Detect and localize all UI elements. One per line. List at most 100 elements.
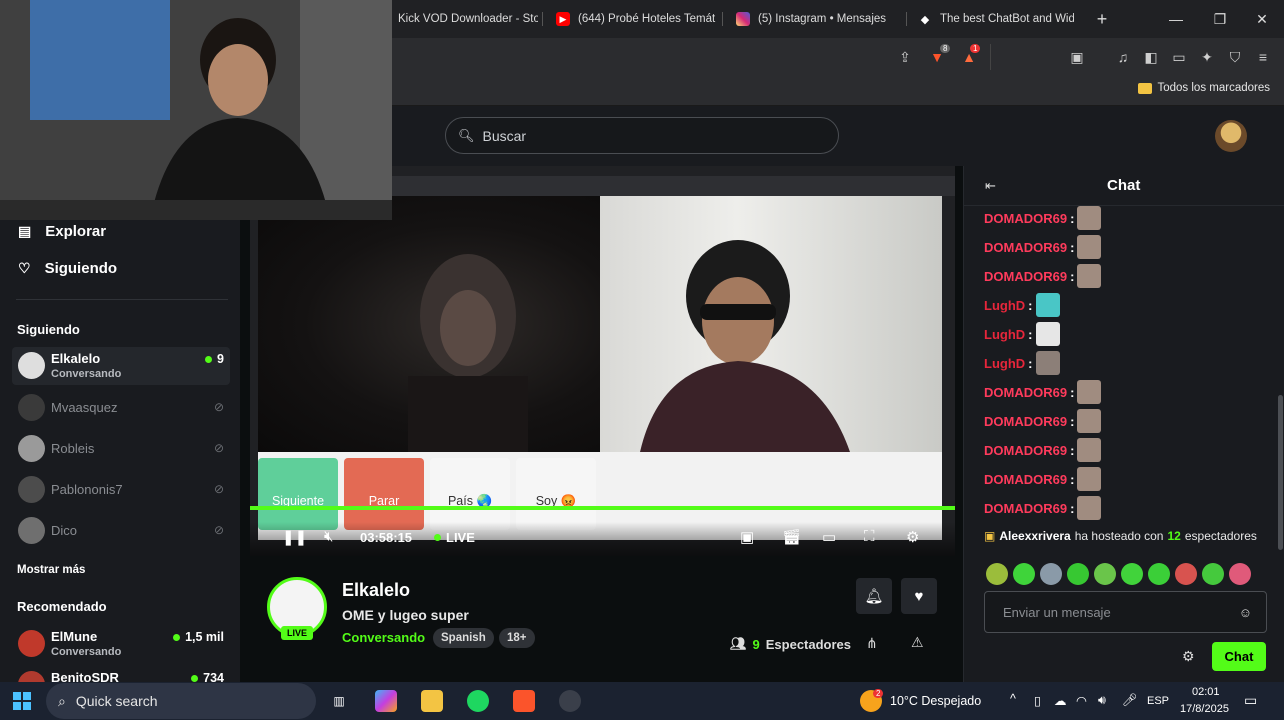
taskbar-search[interactable]: ⌕ Quick search [46,683,316,719]
gender-button[interactable]: Soy 😡 [516,458,596,530]
emote-icon[interactable] [1202,563,1224,585]
show-more-link[interactable]: Mostrar más [17,564,85,576]
stop-button[interactable]: Parar [344,458,424,530]
chat-username[interactable]: DOMADOR69 [984,240,1067,255]
chat-username[interactable]: DOMADOR69 [984,385,1067,400]
leo-ai-icon[interactable]: ✦ [1196,46,1218,68]
language-indicator[interactable]: ESP [1147,695,1169,707]
gear-icon[interactable]: ⚙ [1182,648,1195,665]
music-icon[interactable]: ♫ [1112,46,1134,68]
tab-kick-vod[interactable]: Kick VOD Downloader - Sto [398,4,538,34]
tray-overflow-icon[interactable]: ^ [1010,692,1016,706]
emote-icon[interactable] [1175,563,1197,585]
wallet-icon[interactable]: ▭ [1168,46,1190,68]
country-button[interactable]: País 🌏 [430,458,510,530]
minimize-button[interactable]: — [1154,0,1198,38]
share-icon[interactable]: ⇪ [894,46,916,68]
sidebar-channel-benitosdr[interactable]: BenitoSDR 734 [12,666,230,682]
emote-icon[interactable] [1148,563,1170,585]
sidebar-toggle-icon[interactable]: ◧ [1140,46,1162,68]
sidebar-channel-elmune[interactable]: ElMune Conversando 1,5 mil [12,625,230,663]
chat-scrollbar[interactable] [1278,395,1283,550]
search-input[interactable]: Buscar [483,128,527,144]
user-avatar[interactable] [1215,120,1247,152]
network-icon[interactable]: ☁ [1054,693,1067,708]
gear-icon[interactable]: ⚙ [906,528,919,546]
chat-username[interactable]: DOMADOR69 [984,269,1067,284]
report-icon[interactable]: ⚠ [911,634,924,651]
chat-username[interactable]: LughD [984,356,1025,371]
obs-icon[interactable] [559,690,581,712]
send-chat-button[interactable]: Chat [1212,642,1266,671]
chat-username[interactable]: LughD [984,327,1025,342]
video-player[interactable]: Siguiente Parar País 🌏 Soy 😡 ❚❚ 🔇︎ 03:58… [250,166,955,556]
sidebar-channel-robleis[interactable]: Robleis ⊘ [12,430,230,468]
pip-icon[interactable]: ▣ [740,528,754,546]
theater-mode-icon[interactable]: ▭ [822,528,836,546]
emote-icon[interactable] [1067,563,1089,585]
pause-icon[interactable]: ❚❚ [282,528,307,546]
tag-language[interactable]: Spanish [433,628,494,648]
sidebar-channel-elkalelo[interactable]: Elkalelo Conversando 9 [12,347,230,385]
maximize-button[interactable]: ❐ [1198,0,1242,38]
mute-icon[interactable]: 🔇︎ [324,528,333,545]
tab-youtube[interactable]: ▶ (644) Probé Hoteles Temát [556,4,716,34]
copilot-icon[interactable] [375,690,397,712]
chat-username[interactable]: DOMADOR69 [984,414,1067,429]
chat-username[interactable]: DOMADOR69 [984,472,1067,487]
tab-instagram[interactable]: (5) Instagram • Mensajes [736,4,900,34]
vpn-icon[interactable]: ⛉ [1224,46,1246,68]
tray-app-icon[interactable]: ▯ [1034,693,1041,708]
clip-icon[interactable]: 🎬︎ [782,528,801,546]
weather-text[interactable]: 10°C Despejado [890,694,981,708]
nav-explorar[interactable]: ▤ Explorar [18,223,106,240]
share-icon[interactable]: ⋔ [866,635,878,652]
clock-date[interactable]: 17/8/2025 [1180,703,1229,715]
microphone-icon[interactable]: 🎤︎ [1122,693,1138,708]
sidebar-channel-pablononis7[interactable]: Pablononis7 ⊘ [12,471,230,509]
bookmark-folder-all[interactable]: Todos los marcadores [1137,82,1270,94]
stream-category[interactable]: Conversando [342,630,425,645]
brave-browser-icon[interactable] [513,690,535,712]
emote-icon[interactable] [1094,563,1116,585]
search-bar[interactable]: 🔍︎ Buscar [445,117,839,154]
chat-username[interactable]: DOMADOR69 [984,211,1067,226]
chat-username[interactable]: DOMADOR69 [984,501,1067,516]
emote-icon[interactable] [1121,563,1143,585]
reader-mode-icon[interactable]: ▣ [1066,46,1088,68]
next-button[interactable]: Siguiente [258,458,338,530]
spotify-icon[interactable] [467,690,489,712]
chat-username[interactable]: LughD [984,298,1025,313]
new-tab-button[interactable]: + [1080,0,1124,38]
clock-time[interactable]: 02:01 [1192,686,1220,698]
host-user[interactable]: Aleexxrivera [999,529,1070,543]
sidebar-channel-dico[interactable]: Dico ⊘ [12,512,230,550]
emote-icon[interactable] [1040,563,1062,585]
chat-username[interactable]: DOMADOR69 [984,443,1067,458]
notifications-icon[interactable]: ▭ [1244,692,1257,709]
tab-chatbot[interactable]: ◆ The best ChatBot and Wid [918,4,1074,34]
menu-icon[interactable]: ≡ [1252,46,1274,68]
notification-bell-button[interactable]: 🔔︎ [856,578,892,614]
emoji-icon[interactable]: ☺ [1239,605,1252,620]
task-view-icon[interactable]: ▥ [328,690,350,712]
nav-siguiendo[interactable]: ♡ Siguiendo [18,260,117,277]
tag-age[interactable]: 18+ [499,628,535,648]
file-explorer-icon[interactable] [421,690,443,712]
close-window-button[interactable]: ✕ [1240,0,1284,38]
fullscreen-icon[interactable]: ⛶ [864,528,875,545]
start-button[interactable] [13,692,31,710]
streamer-name[interactable]: Elkalelo [342,580,410,601]
follow-button[interactable]: ♥ [901,578,937,614]
emote-icon[interactable] [1229,563,1251,585]
emote-icon[interactable] [1013,563,1035,585]
live-dot-icon [191,674,199,682]
sidebar-channel-mvaasquez[interactable]: Mvaasquez ⊘ [12,389,230,427]
windows-logo-icon [13,702,21,710]
emote-icon[interactable] [986,563,1008,585]
chat-input[interactable]: Enviar un mensaje ☺ [984,591,1267,633]
volume-icon[interactable]: 🔊︎ [1098,693,1106,708]
collapse-chat-icon[interactable]: ⇤ [985,178,996,194]
tab-separator [906,12,907,26]
wifi-icon[interactable]: ◠ [1076,693,1087,708]
